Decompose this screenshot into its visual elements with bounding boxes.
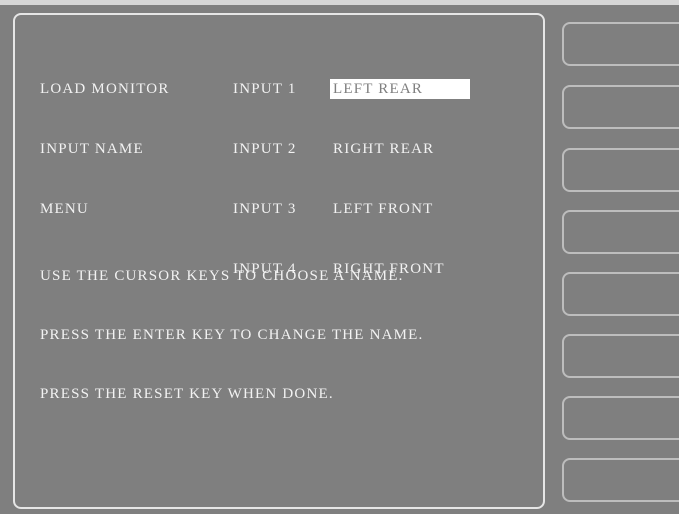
softkey-5[interactable] [562,272,679,316]
display-panel: LOAD MONITOR INPUT NAME MENU INPUT 1 LEF… [13,13,545,509]
input-row-1[interactable]: INPUT 1 LEFT REAR [233,79,470,99]
menu-title-line: MENU [40,201,89,217]
instruction-line: PRESS THE ENTER KEY TO CHANGE THE NAME. [40,327,424,343]
menu-title-line: INPUT NAME [40,141,144,157]
input-row-2[interactable]: INPUT 2 RIGHT REAR [233,139,470,159]
input-name[interactable]: RIGHT REAR [330,139,437,159]
instruction-line: PRESS THE RESET KEY WHEN DONE. [40,386,334,402]
softkey-3[interactable] [562,148,679,192]
input-row-3[interactable]: INPUT 3 LEFT FRONT [233,199,470,219]
instructions: USE THE CURSOR KEYS TO CHOOSE A NAME. PR… [40,226,423,443]
top-bezel [0,0,679,5]
input-label: INPUT 2 [233,141,297,157]
softkey-1[interactable] [562,22,679,66]
instruction-line: USE THE CURSOR KEYS TO CHOOSE A NAME. [40,268,404,284]
input-label: INPUT 3 [233,201,297,217]
monitor-screen: LOAD MONITOR INPUT NAME MENU INPUT 1 LEF… [0,0,679,514]
input-name[interactable]: LEFT FRONT [330,199,436,219]
softkey-4[interactable] [562,210,679,254]
input-label: INPUT 1 [233,81,297,97]
softkey-2[interactable] [562,85,679,129]
softkey-6[interactable] [562,334,679,378]
input-name-selected[interactable]: LEFT REAR [330,79,470,99]
softkey-7[interactable] [562,396,679,440]
menu-title-line: LOAD MONITOR [40,81,170,97]
softkey-8[interactable] [562,458,679,502]
